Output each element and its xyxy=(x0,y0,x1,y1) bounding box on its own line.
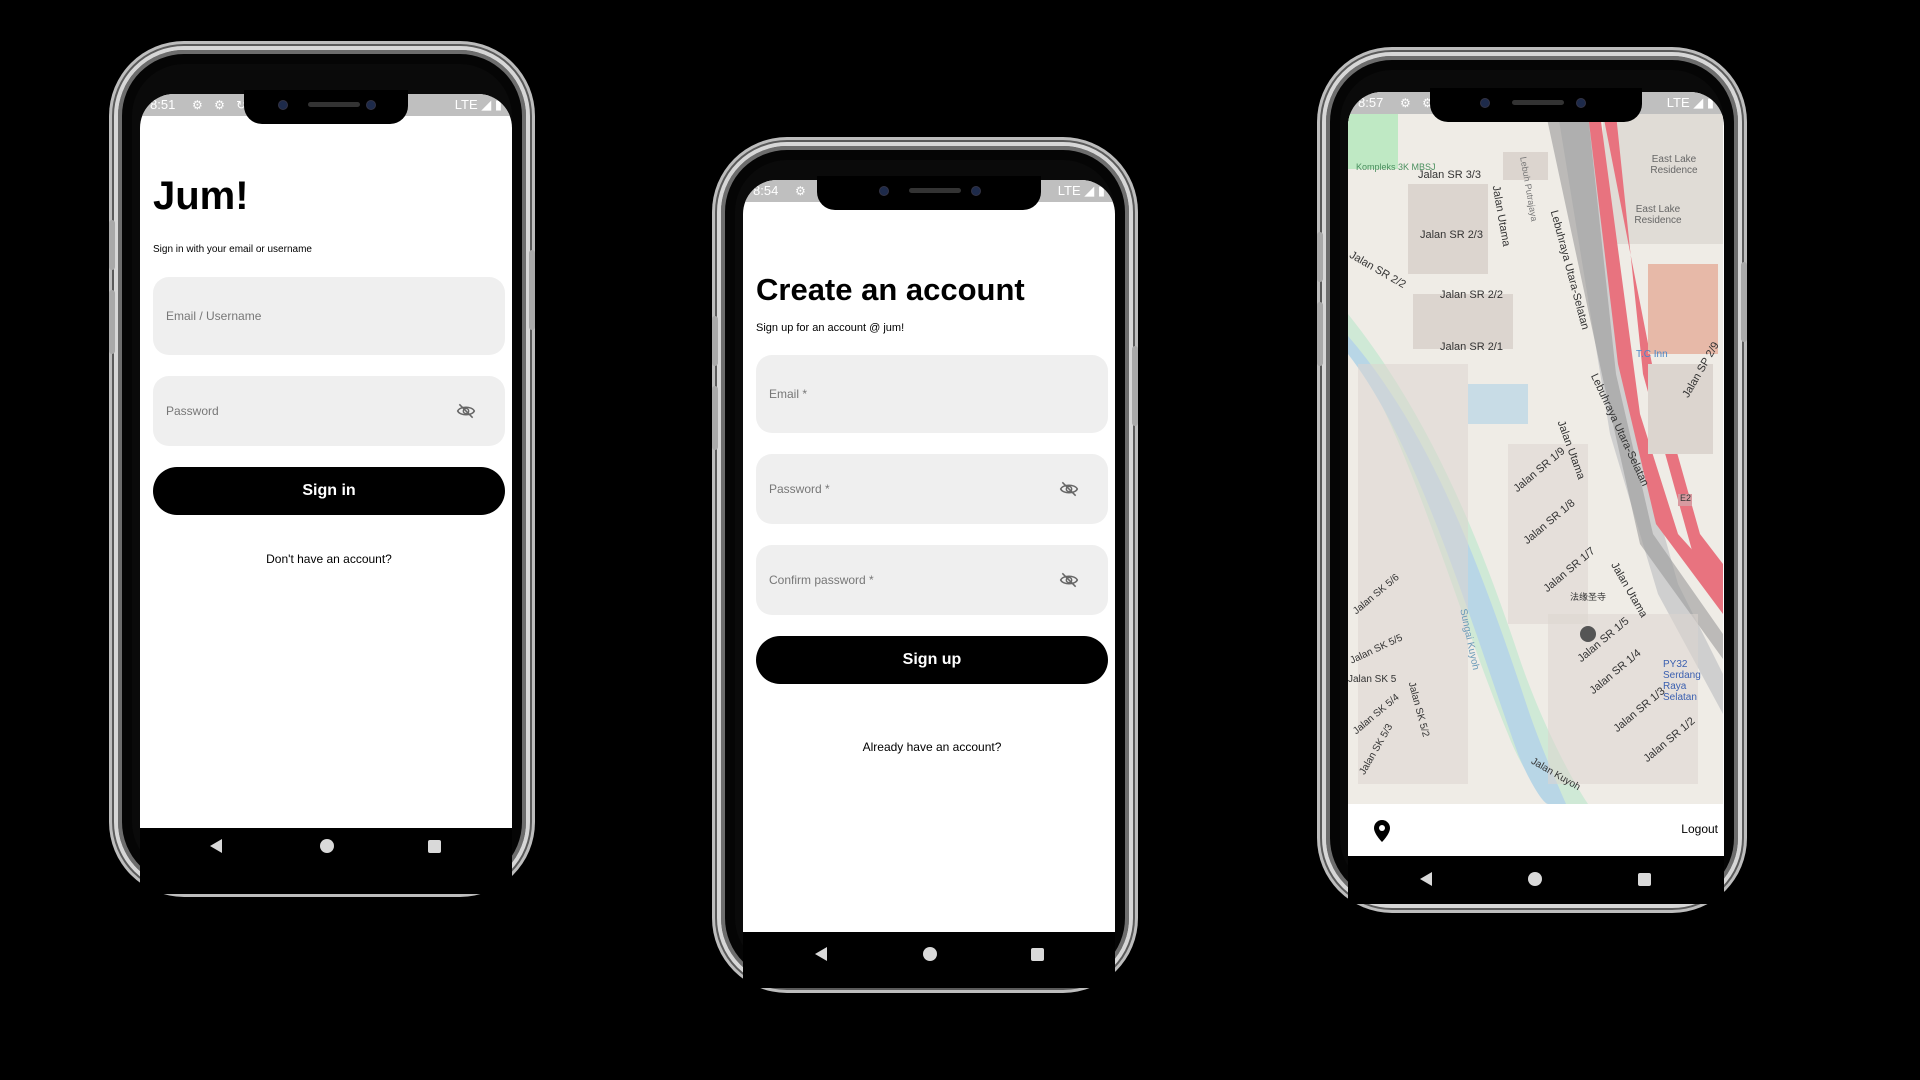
back-icon[interactable] xyxy=(1420,872,1432,886)
side-button xyxy=(712,386,718,450)
bottom-bar: Logout xyxy=(1348,804,1724,856)
map-label: PY32 Serdang Raya Selatan xyxy=(1663,659,1701,703)
email-placeholder: Email / Username xyxy=(166,309,262,323)
phone-signup: 8:54 ⚙ ⚙ LTE ◢ ▮ Create an account Sign … xyxy=(712,142,1138,988)
status-network: LTE ◢ ▮ xyxy=(1666,95,1714,110)
screen-signin: 8:51 ⚙ ⚙ ↻ ⚙ • LTE ◢ ▮ Jum! Sign in with… xyxy=(140,94,512,894)
map-label: 法缘圣寺 xyxy=(1570,592,1607,602)
notch xyxy=(817,176,1041,210)
status-time: 8:54 xyxy=(753,183,779,198)
recents-icon[interactable] xyxy=(428,840,441,853)
eye-off-icon[interactable] xyxy=(455,401,477,426)
nav-bar xyxy=(140,828,512,894)
map-label: Jalan SR 2/1 xyxy=(1440,341,1503,353)
status-network: LTE ◢ ▮ xyxy=(454,97,502,112)
map-label: Jalan SR 3/3 xyxy=(1418,169,1481,181)
sign-up-link[interactable]: Don't have an account? xyxy=(153,552,505,566)
nav-bar xyxy=(743,932,1115,988)
side-button xyxy=(109,290,115,354)
recents-icon[interactable] xyxy=(1031,948,1044,961)
status-time: 8:51 xyxy=(150,97,176,112)
page-subtitle: Sign in with your email or username xyxy=(153,244,312,255)
side-button xyxy=(1132,346,1138,426)
side-button xyxy=(1317,232,1323,282)
side-button xyxy=(1317,302,1323,366)
back-icon[interactable] xyxy=(815,947,827,961)
map-label: T.C Inn xyxy=(1636,349,1668,360)
status-network: LTE ◢ ▮ xyxy=(1057,183,1105,198)
email-field[interactable]: Email * xyxy=(756,355,1108,433)
side-button xyxy=(529,250,535,330)
map-label: East Lake Residence xyxy=(1650,154,1698,176)
password-placeholder: Password * xyxy=(769,482,830,496)
page-title: Create an account xyxy=(756,272,1025,307)
map-view[interactable]: Kompleks 3K MBSJ Jalan SR 3/3 Jalan SR 2… xyxy=(1348,114,1723,804)
email-placeholder: Email * xyxy=(769,387,808,401)
camera xyxy=(879,186,889,196)
phone-signin: 8:51 ⚙ ⚙ ↻ ⚙ • LTE ◢ ▮ Jum! Sign in with… xyxy=(109,46,535,894)
eye-off-icon[interactable] xyxy=(1058,570,1080,595)
recents-icon[interactable] xyxy=(1638,873,1651,886)
speaker xyxy=(909,188,961,193)
side-button xyxy=(1741,262,1747,342)
page-subtitle: Sign up for an account @ jum! xyxy=(756,322,905,334)
home-icon[interactable] xyxy=(320,839,334,853)
password-field[interactable]: Password * xyxy=(756,454,1108,524)
notch xyxy=(1430,88,1642,122)
side-button xyxy=(712,316,718,366)
location-pin-icon[interactable] xyxy=(1374,820,1390,847)
side-button xyxy=(109,220,115,270)
map-label: Jalan SR 2/3 xyxy=(1420,229,1483,241)
phone-map: 8:57 ⚙ ⚙ LTE ◢ ▮ Kompleks 3K MBSJ Jalan … xyxy=(1317,52,1747,908)
camera xyxy=(971,186,981,196)
speaker xyxy=(1512,100,1564,105)
back-icon[interactable] xyxy=(210,839,222,853)
logout-button[interactable]: Logout xyxy=(1681,822,1718,836)
home-icon[interactable] xyxy=(923,947,937,961)
sign-in-button[interactable]: Sign in xyxy=(153,467,505,515)
screen-signup: 8:54 ⚙ ⚙ LTE ◢ ▮ Create an account Sign … xyxy=(743,180,1115,988)
map-label: Jalan SK 5 xyxy=(1348,674,1397,685)
home-icon[interactable] xyxy=(1528,872,1542,886)
notch xyxy=(244,90,408,124)
camera xyxy=(1576,98,1586,108)
camera xyxy=(278,100,288,110)
password-field[interactable]: Password xyxy=(153,376,505,446)
page-title: Jum! xyxy=(153,174,249,218)
map-label: Jalan SR 2/2 xyxy=(1440,289,1503,301)
nav-bar xyxy=(1348,856,1724,904)
sign-in-link[interactable]: Already have an account? xyxy=(756,740,1108,754)
screen-map: 8:57 ⚙ ⚙ LTE ◢ ▮ Kompleks 3K MBSJ Jalan … xyxy=(1348,92,1724,904)
sign-up-button[interactable]: Sign up xyxy=(756,636,1108,684)
speaker xyxy=(308,102,360,107)
confirm-password-placeholder: Confirm password * xyxy=(769,573,874,587)
map-label: East Lake Residence xyxy=(1634,204,1682,226)
map-label: E2 xyxy=(1680,493,1692,503)
confirm-password-field[interactable]: Confirm password * xyxy=(756,545,1108,615)
status-time: 8:57 xyxy=(1358,95,1384,110)
camera xyxy=(366,100,376,110)
email-field[interactable]: Email / Username xyxy=(153,277,505,355)
eye-off-icon[interactable] xyxy=(1058,479,1080,504)
camera xyxy=(1480,98,1490,108)
password-placeholder: Password xyxy=(166,404,219,418)
